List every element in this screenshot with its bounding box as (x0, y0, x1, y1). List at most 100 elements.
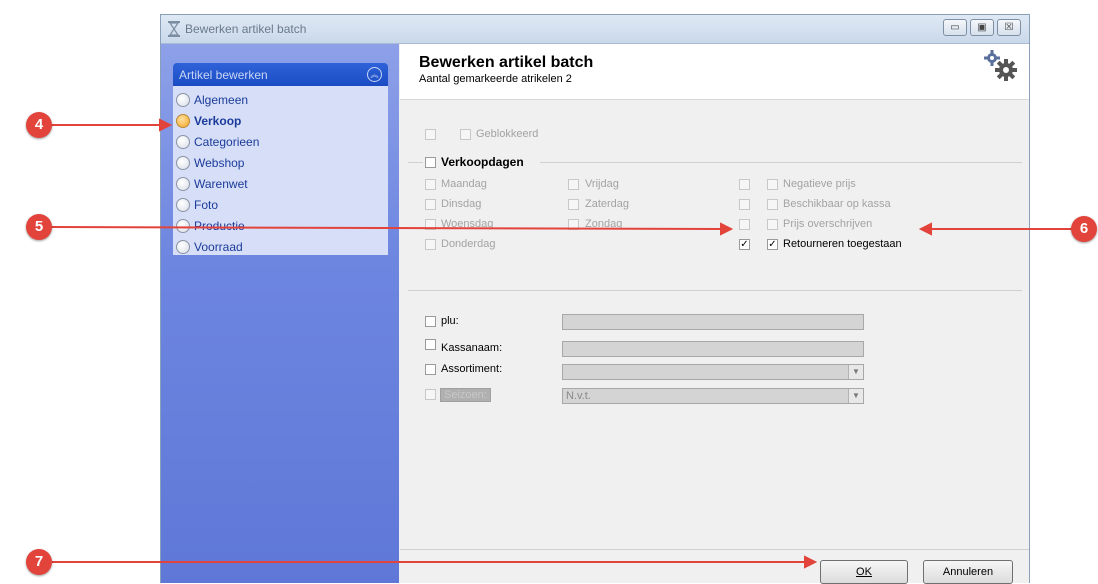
prijs-overschrijven-label: Prijs overschrijven (783, 218, 873, 230)
callout-7: 7 (26, 549, 52, 575)
divider (540, 162, 1022, 163)
sidebar-nav: Algemeen Verkoop Categorieen Webshop War… (173, 86, 388, 255)
retourneren-checkbox[interactable]: ✓ (767, 239, 778, 250)
radio-selected-icon (176, 113, 190, 128)
gears-icon (984, 50, 1017, 81)
radio-icon (176, 155, 190, 170)
assortiment-select[interactable]: ▼ (562, 364, 864, 380)
verkoopdagen-checkbox[interactable] (425, 157, 436, 168)
assortiment-label: Assortiment: (441, 363, 503, 375)
retourneren-batch-checkbox[interactable]: ✓ (739, 239, 750, 250)
sidebar-item-label: Categorieen (194, 134, 260, 149)
negatieve-prijs-checkbox[interactable] (767, 179, 778, 190)
verkoopdagen-label: Verkoopdagen (441, 155, 524, 169)
geblokkeerd-batch-checkbox[interactable] (425, 129, 436, 140)
sidebar-item-label: Verkoop (194, 113, 242, 128)
negatieve-prijs-batch-checkbox[interactable] (739, 179, 750, 190)
kassanaam-checkbox[interactable] (425, 339, 436, 350)
plu-input[interactable] (562, 314, 864, 330)
vrijdag-checkbox[interactable] (568, 179, 579, 190)
vrijdag-label: Vrijdag (585, 178, 619, 190)
page-title: Bewerken artikel batch (419, 54, 594, 71)
zaterdag-checkbox[interactable] (568, 199, 579, 210)
radio-icon (176, 197, 190, 212)
maandag-checkbox[interactable] (425, 179, 436, 190)
dinsdag-label: Dinsdag (441, 198, 482, 210)
seizoen-select[interactable]: N.v.t. ▼ (562, 388, 864, 404)
beschikbaar-kassa-label: Beschikbaar op kassa (783, 198, 891, 210)
dinsdag-checkbox[interactable] (425, 199, 436, 210)
ok-button[interactable]: OK (820, 560, 908, 584)
sidebar: Artikel bewerken ︽ Algemeen Verkoop Cate… (161, 44, 399, 583)
seizoen-value: N.v.t. (566, 390, 591, 402)
prijs-overschrijven-checkbox[interactable] (767, 219, 778, 230)
kassanaam-input[interactable] (562, 341, 864, 357)
sidebar-group-title: Artikel bewerken (179, 68, 268, 82)
sidebar-item-label: Productie (194, 218, 245, 233)
radio-icon (176, 218, 190, 233)
geblokkeerd-checkbox[interactable] (460, 129, 471, 140)
sidebar-item-voorraad[interactable]: Voorraad (173, 236, 388, 257)
content-pane: Bewerken artikel batch Aantal gemarkeerd… (400, 44, 1029, 584)
plu-checkbox[interactable] (425, 316, 436, 327)
sidebar-item-label: Foto (194, 197, 219, 212)
prijs-overschrijven-batch-checkbox[interactable] (739, 219, 750, 230)
maximize-button[interactable]: ▣ (970, 19, 994, 36)
title-bar: Bewerken artikel batch ▭ ▣ ☒ (161, 15, 1029, 44)
woensdag-label: Woensdag (441, 218, 494, 230)
radio-icon (176, 92, 190, 107)
donderdag-checkbox[interactable] (425, 239, 436, 250)
sidebar-item-categorieen[interactable]: Categorieen (173, 131, 388, 152)
minimize-button[interactable]: ▭ (943, 19, 967, 36)
zondag-checkbox[interactable] (568, 219, 579, 230)
beschikbaar-kassa-batch-checkbox[interactable] (739, 199, 750, 210)
sidebar-item-algemeen[interactable]: Algemeen (173, 89, 388, 110)
sidebar-item-warenwet[interactable]: Warenwet (173, 173, 388, 194)
sidebar-item-verkoop[interactable]: Verkoop (173, 110, 388, 131)
divider (408, 162, 423, 163)
callout-4: 4 (26, 112, 52, 138)
assortiment-checkbox[interactable] (425, 364, 436, 375)
sidebar-item-webshop[interactable]: Webshop (173, 152, 388, 173)
chevron-down-icon: ▼ (848, 389, 863, 403)
batch-edit-window: Bewerken artikel batch ▭ ▣ ☒ Artikel bew… (160, 14, 1030, 584)
divider (408, 290, 1022, 291)
double-chevron-up-icon[interactable]: ︽ (367, 67, 382, 82)
page-subtitle: Aantal gemarkeerde atrikelen 2 (419, 73, 572, 85)
callout-6: 6 (1071, 216, 1097, 242)
donderdag-label: Donderdag (441, 238, 496, 250)
sidebar-item-label: Algemeen (194, 92, 249, 107)
close-button[interactable]: ☒ (997, 19, 1021, 36)
hourglass-icon (168, 21, 180, 37)
zondag-label: Zondag (585, 218, 623, 230)
geblokkeerd-label: Geblokkeerd (476, 128, 539, 140)
beschikbaar-kassa-checkbox[interactable] (767, 199, 778, 210)
sidebar-group: Artikel bewerken ︽ Algemeen Verkoop Cate… (173, 63, 388, 255)
annuleren-label: Annuleren (942, 566, 994, 578)
annuleren-button[interactable]: Annuleren (923, 560, 1013, 584)
sidebar-item-label: Webshop (194, 155, 245, 170)
retourneren-label: Retourneren toegestaan (783, 238, 902, 250)
plu-label: plu: (441, 315, 459, 327)
negatieve-prijs-label: Negatieve prijs (783, 178, 856, 190)
radio-icon (176, 134, 190, 149)
sidebar-item-productie[interactable]: Productie (173, 215, 388, 236)
zaterdag-label: Zaterdag (585, 198, 630, 210)
radio-icon (176, 176, 190, 191)
seizoen-label: Seizoen: (440, 388, 491, 402)
radio-icon (176, 239, 190, 254)
callout-5: 5 (26, 214, 52, 240)
content-header: Bewerken artikel batch Aantal gemarkeerd… (400, 44, 1029, 100)
sidebar-item-foto[interactable]: Foto (173, 194, 388, 215)
footer-divider (400, 549, 1029, 550)
ok-label: OK (856, 566, 872, 578)
maandag-label: Maandag (441, 178, 487, 190)
sidebar-item-label: Warenwet (194, 176, 248, 191)
window-title: Bewerken artikel batch (185, 22, 307, 36)
seizoen-checkbox[interactable] (425, 389, 436, 400)
kassanaam-label: Kassanaam: (441, 342, 503, 354)
sidebar-group-header[interactable]: Artikel bewerken ︽ (173, 63, 388, 86)
woensdag-checkbox[interactable] (425, 219, 436, 230)
sidebar-item-label: Voorraad (194, 239, 243, 254)
chevron-down-icon: ▼ (848, 365, 863, 379)
